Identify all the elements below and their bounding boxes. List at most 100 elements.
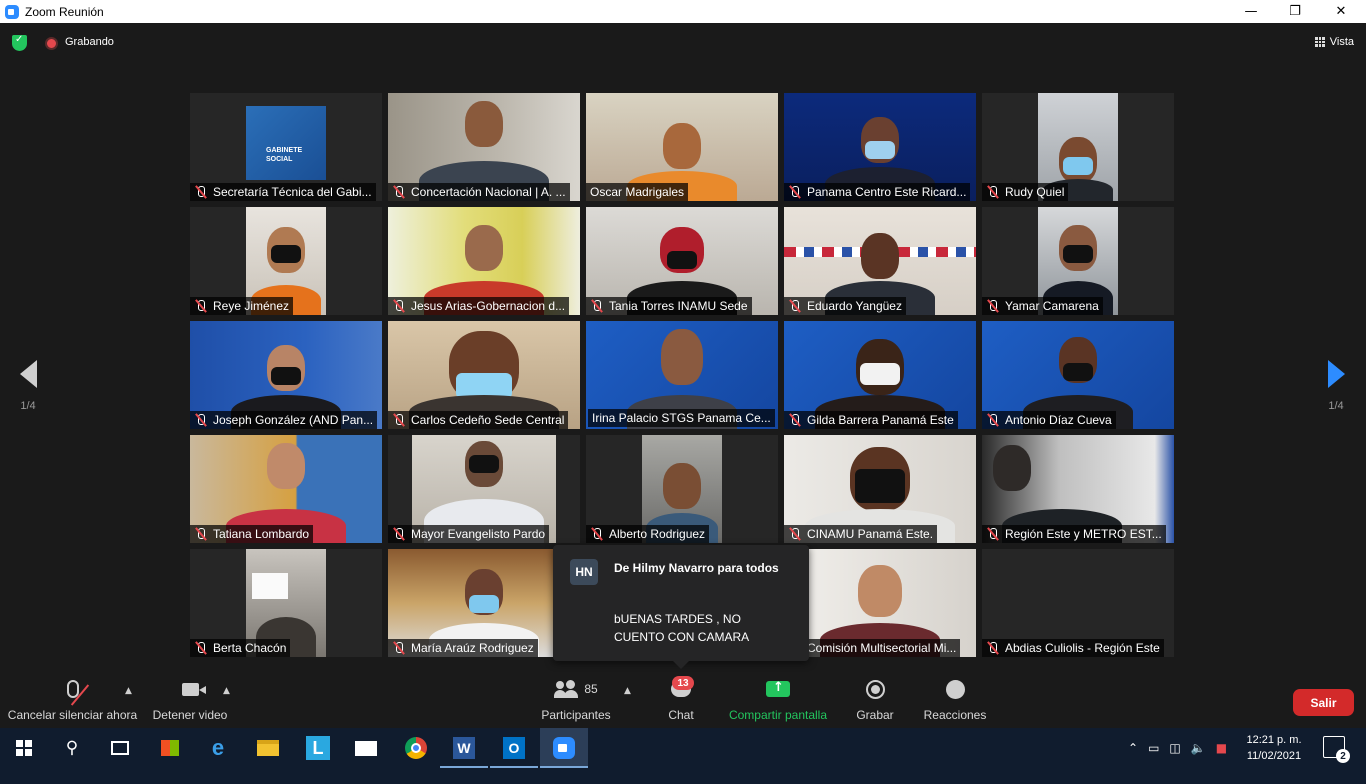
participant-name: Comisión Multisectorial Mi... [807, 641, 957, 655]
record-label: Grabar [856, 708, 894, 722]
leave-meeting-button[interactable]: Salir [1293, 689, 1354, 716]
file-explorer-button[interactable] [244, 728, 292, 768]
participant-tile[interactable]: GABINETE SOCIAL Secretaría Técnica del Ga… [190, 93, 382, 201]
chat-message: bUENAS TARDES , NO CUENTO CON CAMARA [614, 612, 750, 644]
stop-video-button[interactable]: Detener video [150, 674, 230, 728]
reactions-label: Reacciones [923, 708, 987, 722]
participant-tile[interactable]: Concertación Nacional | A. ... [388, 93, 580, 201]
share-screen-button[interactable]: Compartir pantalla [726, 674, 830, 728]
participant-tile[interactable]: Gilda Barrera Panamá Este [784, 321, 976, 429]
participant-name: Abdias Culiolis - Región Este [1005, 641, 1160, 655]
store-button[interactable] [146, 728, 194, 768]
participant-tile[interactable]: Comisión Multisectorial Mi... [784, 549, 976, 657]
participants-button[interactable]: 85 Participantes [540, 674, 612, 728]
audio-options-chevron-up-icon[interactable]: ▲ [125, 686, 132, 696]
chevron-left-icon[interactable] [19, 360, 37, 388]
participant-tile[interactable]: Jesus Arias-Gobernacion d... [388, 207, 580, 315]
windows-start-icon [16, 740, 32, 756]
participant-tile[interactable]: Abdias Culiolis - Región Este [982, 549, 1174, 657]
task-view-button[interactable] [96, 728, 144, 768]
battery-icon[interactable]: ▭ [1148, 741, 1159, 755]
chat-notification[interactable]: HN De Hilmy Navarro para todos bUENAS TA… [553, 545, 809, 669]
participant-tile[interactable]: Eduardo Yangüez [784, 207, 976, 315]
participant-tile[interactable]: Mayor Evangelisto Pardo [388, 435, 580, 543]
participant-tile[interactable]: Yamar Camarena [982, 207, 1174, 315]
participant-tile[interactable]: Tania Torres INAMU Sede [586, 207, 778, 315]
chrome-button[interactable] [392, 728, 440, 768]
participant-tile[interactable]: Joseph González (AND Pan... [190, 321, 382, 429]
record-button[interactable]: Grabar [852, 674, 898, 728]
zoom-window: Zoom Reunión — ❐ ✕ Grabando Vista 1/4 1/… [0, 0, 1366, 784]
participant-tile[interactable]: Región Este y METRO EST... [982, 435, 1174, 543]
l-app-button[interactable]: L [294, 728, 342, 768]
participant-tile[interactable]: María Araúz Rodriguez [388, 549, 580, 657]
chat-label: Chat [668, 708, 694, 722]
share-screen-icon [766, 680, 790, 697]
minimize-button[interactable]: — [1228, 0, 1274, 23]
notification-count: 2 [1336, 749, 1350, 763]
maximize-button[interactable]: ❐ [1272, 0, 1318, 23]
search-icon: ⚲ [65, 738, 79, 758]
mic-muted-icon [194, 527, 208, 541]
chat-sender: De Hilmy Navarro para todos [614, 561, 779, 575]
participant-tile[interactable]: Berta Chacón [190, 549, 382, 657]
network-icon[interactable]: ◫ [1169, 741, 1180, 755]
participant-name: Irina Palacio STGS Panama Ce... [592, 411, 771, 425]
participant-name: Antonio Díaz Cueva [1005, 413, 1112, 427]
participants-label: Participantes [541, 708, 611, 722]
participants-options-chevron-up-icon[interactable]: ▲ [624, 686, 631, 696]
view-button[interactable]: Vista [1314, 36, 1354, 48]
volume-icon[interactable]: 🔈 [1191, 741, 1206, 755]
participant-tile[interactable]: Oscar Madrigales [586, 93, 778, 201]
action-center-button[interactable]: 2 [1323, 736, 1350, 763]
reactions-button[interactable]: Reacciones [922, 674, 988, 728]
task-view-icon [111, 741, 129, 755]
mail-button[interactable] [342, 728, 390, 768]
participant-name: Joseph González (AND Pan... [213, 413, 374, 427]
recording-label[interactable]: Grabando [65, 36, 114, 48]
participant-tile[interactable]: Reye Jiménez [190, 207, 382, 315]
search-button[interactable]: ⚲ [48, 728, 96, 768]
view-label: Vista [1329, 36, 1354, 48]
security-shield-icon[interactable] [12, 34, 27, 51]
participant-tile[interactable]: Carlos Cedeño Sede Central [388, 321, 580, 429]
mail-icon [355, 740, 377, 756]
word-button[interactable]: W [440, 728, 488, 768]
participant-tile[interactable]: Alberto Rodriguez [586, 435, 778, 543]
participant-tile[interactable]: Antonio Díaz Cueva [982, 321, 1174, 429]
prev-page[interactable]: 1/4 [13, 360, 43, 412]
participant-tile[interactable]: Tatiana Lombardo [190, 435, 382, 543]
participant-name: Gilda Barrera Panamá Este [807, 413, 954, 427]
page-indicator-left: 1/4 [20, 400, 36, 412]
smiley-icon [945, 679, 965, 699]
mic-muted-icon [788, 413, 802, 427]
outlook-button[interactable]: O [490, 728, 538, 768]
participant-tile[interactable]: Rudy Quiel [982, 93, 1174, 201]
participant-name: Yamar Camarena [1005, 299, 1099, 313]
close-button[interactable]: ✕ [1318, 0, 1364, 23]
zoom-icon [553, 737, 575, 759]
zoom-taskbar-button[interactable] [540, 728, 588, 768]
chat-button[interactable]: 13 Chat [660, 674, 702, 728]
start-button[interactable] [0, 728, 48, 768]
mic-muted-icon [392, 641, 406, 655]
window-title: Zoom Reunión [25, 4, 104, 19]
stop-video-label: Detener video [152, 708, 228, 722]
participant-name: Carlos Cedeño Sede Central [411, 413, 565, 427]
participant-name: Jesus Arias-Gobernacion d... [411, 299, 566, 313]
participant-tile-active-speaker[interactable]: Irina Palacio STGS Panama Ce... [586, 321, 778, 429]
folder-icon [257, 740, 279, 756]
edge-button[interactable]: e [194, 728, 242, 768]
zoom-logo-icon [5, 4, 19, 19]
chevron-up-icon[interactable]: ⌃ [1128, 741, 1138, 755]
next-page[interactable]: 1/4 [1321, 360, 1351, 412]
video-options-chevron-up-icon[interactable]: ▲ [223, 686, 230, 696]
participant-tile[interactable]: Panama Centro Este Ricard... [784, 93, 976, 201]
zoom-tray-icon[interactable]: ■ [1216, 741, 1227, 755]
chevron-right-icon[interactable] [1327, 360, 1345, 388]
participant-tile[interactable]: CINAMU Panamá Este. [784, 435, 976, 543]
grid-view-icon [1314, 37, 1325, 47]
avatar: HN [570, 559, 598, 585]
taskbar-clock[interactable]: 12:21 p. m. 11/02/2021 [1238, 732, 1310, 764]
unmute-button[interactable]: Cancelar silenciar ahora [8, 674, 137, 728]
